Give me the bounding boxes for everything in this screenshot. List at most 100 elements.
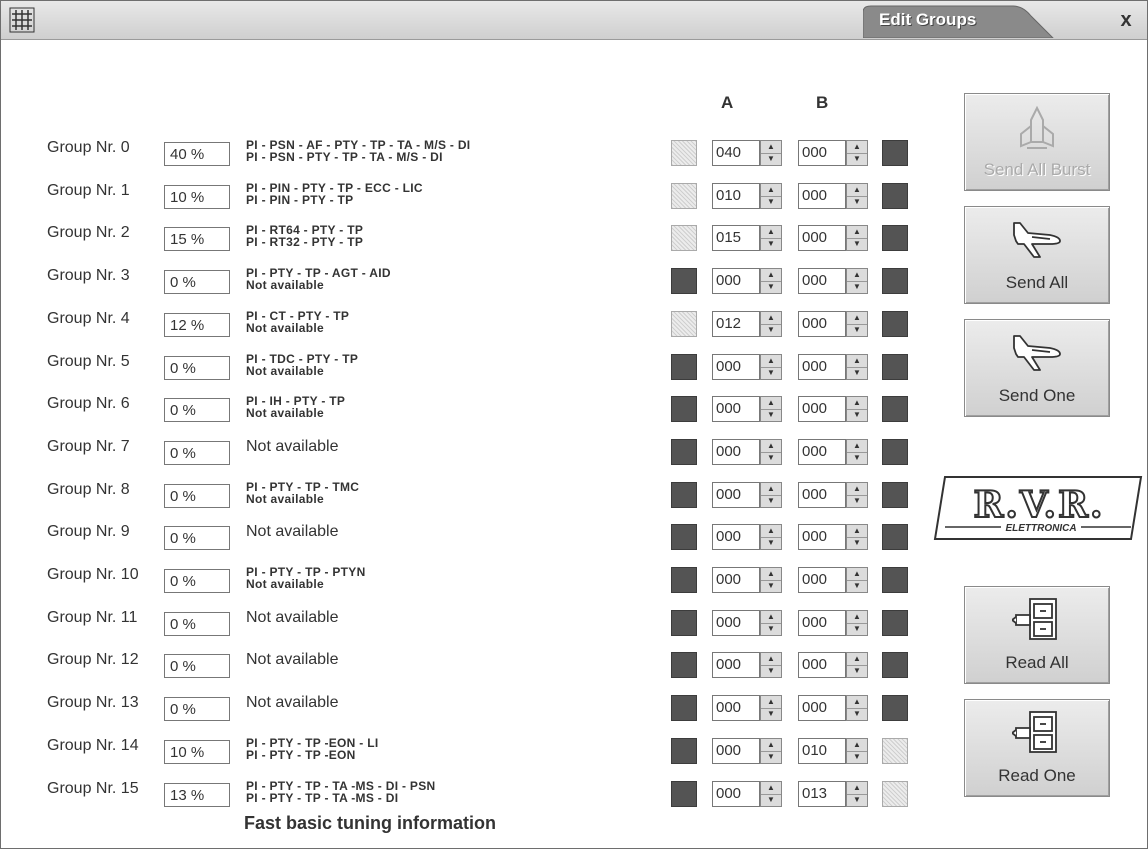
spin-down-icon[interactable]: ▼ [847, 665, 867, 677]
spinner-arrows[interactable]: ▲ ▼ [846, 183, 868, 209]
group-a-spinner[interactable]: 000 ▲ ▼ [712, 396, 782, 422]
group-b-indicator[interactable] [882, 439, 908, 465]
group-a-indicator[interactable] [671, 225, 697, 251]
spinner-arrows[interactable]: ▲ ▼ [846, 524, 868, 550]
group-a-value[interactable]: 000 [712, 268, 760, 294]
spinner-arrows[interactable]: ▲ ▼ [760, 781, 782, 807]
group-b-value[interactable]: 000 [798, 396, 846, 422]
spinner-arrows[interactable]: ▲ ▼ [846, 354, 868, 380]
spin-down-icon[interactable]: ▼ [761, 623, 781, 635]
group-a-spinner[interactable]: 000 ▲ ▼ [712, 610, 782, 636]
group-a-indicator[interactable] [671, 268, 697, 294]
group-b-value[interactable]: 000 [798, 567, 846, 593]
spinner-arrows[interactable]: ▲ ▼ [760, 567, 782, 593]
spinner-arrows[interactable]: ▲ ▼ [846, 268, 868, 294]
group-b-indicator[interactable] [882, 183, 908, 209]
spinner-arrows[interactable]: ▲ ▼ [760, 183, 782, 209]
spin-down-icon[interactable]: ▼ [847, 751, 867, 763]
spinner-arrows[interactable]: ▲ ▼ [846, 567, 868, 593]
group-a-indicator[interactable] [671, 610, 697, 636]
spin-down-icon[interactable]: ▼ [761, 367, 781, 379]
send-all-button[interactable]: Send All [964, 206, 1110, 304]
spin-down-icon[interactable]: ▼ [847, 580, 867, 592]
group-b-value[interactable]: 000 [798, 354, 846, 380]
group-b-spinner[interactable]: 000 ▲ ▼ [798, 140, 868, 166]
spin-down-icon[interactable]: ▼ [847, 238, 867, 250]
group-a-spinner[interactable]: 000 ▲ ▼ [712, 482, 782, 508]
spinner-arrows[interactable]: ▲ ▼ [846, 695, 868, 721]
group-b-value[interactable]: 000 [798, 268, 846, 294]
spinner-arrows[interactable]: ▲ ▼ [760, 396, 782, 422]
group-percent-field[interactable]: 0 % [164, 612, 230, 636]
group-b-spinner[interactable]: 010 ▲ ▼ [798, 738, 868, 764]
group-a-spinner[interactable]: 040 ▲ ▼ [712, 140, 782, 166]
spin-down-icon[interactable]: ▼ [761, 196, 781, 208]
group-a-value[interactable]: 040 [712, 140, 760, 166]
group-b-indicator[interactable] [882, 140, 908, 166]
spinner-arrows[interactable]: ▲ ▼ [846, 311, 868, 337]
spinner-arrows[interactable]: ▲ ▼ [760, 695, 782, 721]
group-a-indicator[interactable] [671, 695, 697, 721]
spinner-arrows[interactable]: ▲ ▼ [760, 354, 782, 380]
group-b-spinner[interactable]: 000 ▲ ▼ [798, 225, 868, 251]
group-b-value[interactable]: 000 [798, 695, 846, 721]
spin-down-icon[interactable]: ▼ [847, 409, 867, 421]
group-b-indicator[interactable] [882, 354, 908, 380]
spinner-arrows[interactable]: ▲ ▼ [760, 268, 782, 294]
group-b-value[interactable]: 000 [798, 610, 846, 636]
group-b-indicator[interactable] [882, 652, 908, 678]
spinner-arrows[interactable]: ▲ ▼ [846, 610, 868, 636]
spinner-arrows[interactable]: ▲ ▼ [760, 140, 782, 166]
group-b-value[interactable]: 000 [798, 524, 846, 550]
group-a-value[interactable]: 000 [712, 524, 760, 550]
group-percent-field[interactable]: 0 % [164, 356, 230, 380]
group-b-value[interactable]: 000 [798, 225, 846, 251]
group-b-spinner[interactable]: 000 ▲ ▼ [798, 524, 868, 550]
spin-down-icon[interactable]: ▼ [847, 708, 867, 720]
group-b-value[interactable]: 010 [798, 738, 846, 764]
group-a-indicator[interactable] [671, 396, 697, 422]
spinner-arrows[interactable]: ▲ ▼ [846, 140, 868, 166]
spinner-arrows[interactable]: ▲ ▼ [846, 482, 868, 508]
group-a-indicator[interactable] [671, 354, 697, 380]
group-a-indicator[interactable] [671, 567, 697, 593]
group-b-spinner[interactable]: 000 ▲ ▼ [798, 482, 868, 508]
group-b-indicator[interactable] [882, 482, 908, 508]
group-percent-field[interactable]: 0 % [164, 697, 230, 721]
spin-down-icon[interactable]: ▼ [847, 153, 867, 165]
group-a-indicator[interactable] [671, 183, 697, 209]
group-a-spinner[interactable]: 000 ▲ ▼ [712, 652, 782, 678]
group-percent-field[interactable]: 0 % [164, 270, 230, 294]
spinner-arrows[interactable]: ▲ ▼ [760, 225, 782, 251]
group-b-indicator[interactable] [882, 610, 908, 636]
group-a-spinner[interactable]: 000 ▲ ▼ [712, 439, 782, 465]
spin-down-icon[interactable]: ▼ [847, 196, 867, 208]
close-button[interactable]: x [1113, 7, 1139, 33]
spin-down-icon[interactable]: ▼ [847, 794, 867, 806]
spin-down-icon[interactable]: ▼ [761, 153, 781, 165]
group-b-indicator[interactable] [882, 396, 908, 422]
group-a-spinner[interactable]: 000 ▲ ▼ [712, 354, 782, 380]
send-all-burst-button[interactable]: Send All Burst [964, 93, 1110, 191]
send-one-button[interactable]: Send One [964, 319, 1110, 417]
group-percent-field[interactable]: 0 % [164, 484, 230, 508]
spin-down-icon[interactable]: ▼ [761, 409, 781, 421]
group-b-indicator[interactable] [882, 311, 908, 337]
group-percent-field[interactable]: 13 % [164, 783, 230, 807]
group-b-indicator[interactable] [882, 781, 908, 807]
group-a-indicator[interactable] [671, 140, 697, 166]
spin-down-icon[interactable]: ▼ [847, 537, 867, 549]
group-a-indicator[interactable] [671, 738, 697, 764]
group-a-indicator[interactable] [671, 781, 697, 807]
group-a-spinner[interactable]: 015 ▲ ▼ [712, 225, 782, 251]
group-a-spinner[interactable]: 010 ▲ ▼ [712, 183, 782, 209]
spin-down-icon[interactable]: ▼ [761, 238, 781, 250]
spinner-arrows[interactable]: ▲ ▼ [760, 439, 782, 465]
group-percent-field[interactable]: 0 % [164, 398, 230, 422]
group-b-value[interactable]: 000 [798, 439, 846, 465]
group-a-value[interactable]: 000 [712, 781, 760, 807]
group-a-spinner[interactable]: 000 ▲ ▼ [712, 268, 782, 294]
group-b-spinner[interactable]: 000 ▲ ▼ [798, 396, 868, 422]
group-b-spinner[interactable]: 000 ▲ ▼ [798, 567, 868, 593]
spinner-arrows[interactable]: ▲ ▼ [760, 524, 782, 550]
